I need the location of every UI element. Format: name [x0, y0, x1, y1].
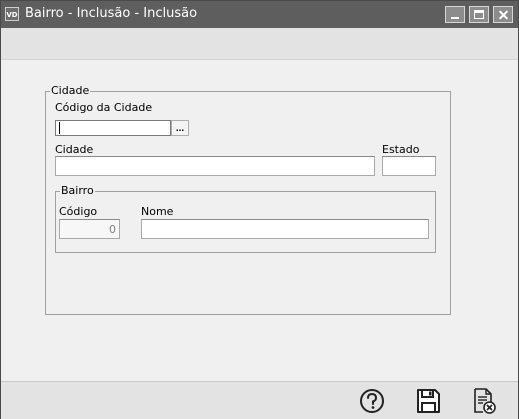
dialog-window: VD Bairro - Inclusão - Inclusão Cidade C… [0, 0, 519, 419]
save-button[interactable] [413, 386, 443, 416]
nome-bairro-input[interactable] [141, 219, 429, 239]
maximize-button[interactable] [469, 6, 489, 23]
minimize-button[interactable] [445, 6, 465, 23]
estado-label: Estado [382, 143, 420, 156]
codigo-cidade-label: Código da Cidade [55, 101, 153, 114]
cidade-input[interactable] [55, 156, 375, 176]
codigo-bairro-input[interactable] [59, 219, 120, 239]
toolbar-strip [1, 28, 518, 60]
cancel-button[interactable] [469, 386, 499, 416]
bairro-group-title: Bairro [60, 184, 95, 197]
codigo-bairro-label: Código [59, 205, 98, 218]
city-lookup-button[interactable]: ... [171, 120, 189, 136]
codigo-cidade-input[interactable] [55, 120, 171, 136]
help-icon [360, 389, 384, 413]
cidade-label: Cidade [55, 143, 94, 156]
window-title: Bairro - Inclusão - Inclusão [25, 6, 198, 21]
save-icon [417, 389, 440, 413]
estado-input[interactable] [382, 156, 436, 176]
nome-bairro-label: Nome [141, 205, 174, 218]
help-button[interactable] [357, 386, 387, 416]
bottom-action-bar [1, 381, 518, 419]
cancel-document-icon [474, 388, 496, 414]
text-caret [59, 122, 60, 134]
cidade-group-title: Cidade [50, 84, 91, 97]
app-icon: VD [5, 7, 19, 21]
title-bar[interactable]: VD Bairro - Inclusão - Inclusão [1, 1, 518, 28]
close-button[interactable] [493, 6, 513, 23]
